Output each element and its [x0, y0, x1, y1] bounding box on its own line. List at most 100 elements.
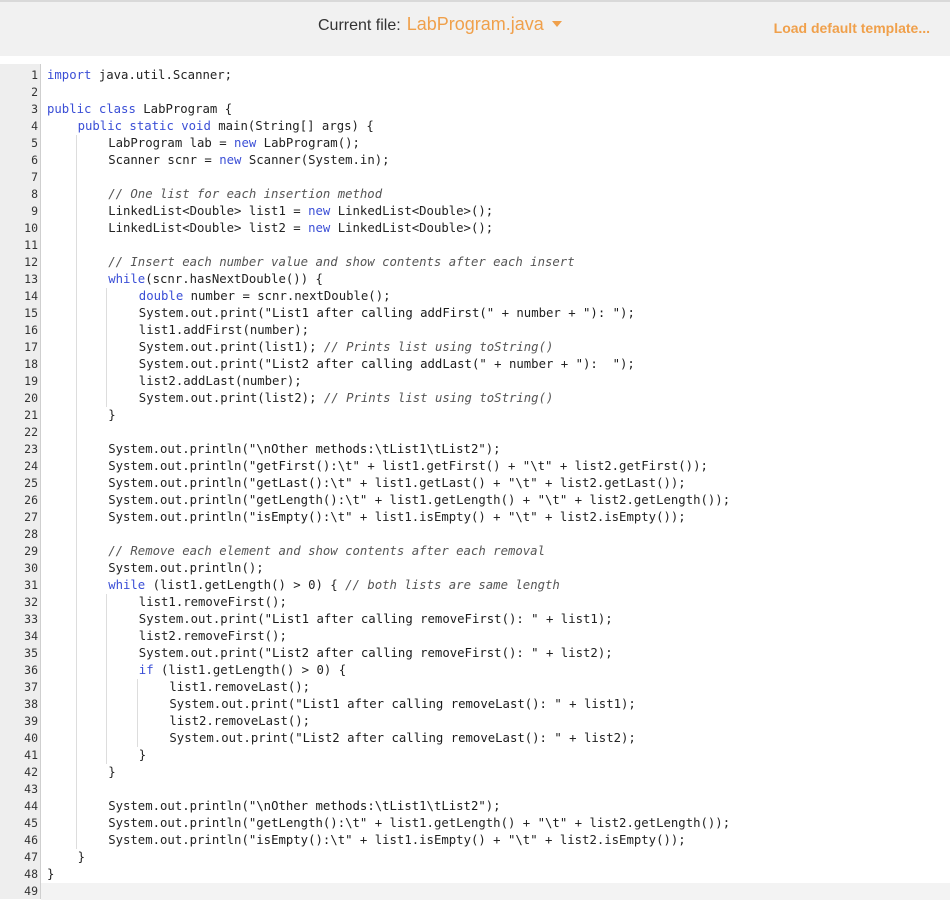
code-line[interactable]: 34 list2.removeFirst();	[0, 628, 950, 645]
code-text[interactable]: System.out.println("getLength():\t" + li…	[108, 492, 730, 509]
code-line[interactable]: 25 System.out.println("getLast():\t" + li…	[0, 475, 950, 492]
code-text[interactable]: // Remove each element and show contents…	[108, 543, 545, 560]
code-text[interactable]: if (list1.getLength() > 0) {	[139, 662, 346, 679]
code-text[interactable]: System.out.println("\nOther methods:\tLi…	[108, 441, 500, 458]
code-text[interactable]: System.out.println("\nOther methods:\tLi…	[108, 798, 500, 815]
code-line[interactable]: 11	[0, 237, 950, 254]
code-text[interactable]: // Insert each number value and show con…	[108, 254, 574, 271]
code-line[interactable]: 1 import java.util.Scanner;	[0, 67, 950, 84]
code-text[interactable]: list1.addFirst(number);	[139, 322, 309, 339]
code-line[interactable]: 23 System.out.println("\nOther methods:\t…	[0, 441, 950, 458]
code-line[interactable]: 22	[0, 424, 950, 441]
code-line[interactable]: 28	[0, 526, 950, 543]
code-text[interactable]: System.out.print("List2 after calling ad…	[139, 356, 635, 373]
code-line[interactable]: 41}	[0, 747, 950, 764]
indent-guide	[106, 322, 108, 339]
code-line[interactable]: 8 // One list for each insertion method	[0, 186, 950, 203]
code-text[interactable]: Scanner scnr = new Scanner(System.in);	[108, 152, 389, 169]
indent-guide	[75, 594, 77, 611]
code-line[interactable]: 5 LabProgram lab = new LabProgram();	[0, 135, 950, 152]
code-text[interactable]: list2.removeFirst();	[139, 628, 287, 645]
code-line[interactable]: 17 System.out.print(list1); // Prints lis…	[0, 339, 950, 356]
code-text[interactable]: list2.removeLast();	[169, 713, 310, 730]
code-line[interactable]: 16 list1.addFirst(number);	[0, 322, 950, 339]
code-text[interactable]: LinkedList<Double> list2 = new LinkedLis…	[108, 220, 493, 237]
code-text[interactable]: System.out.print("List1 after calling re…	[169, 696, 635, 713]
code-text[interactable]: System.out.println("isEmpty():\t" + list…	[108, 509, 686, 526]
code-text[interactable]: }	[78, 849, 85, 866]
code-line[interactable]: 29 // Remove each element and show conten…	[0, 543, 950, 560]
code-line[interactable]: 15 System.out.print("List1 after calling …	[0, 305, 950, 322]
load-default-template-button[interactable]: Load default template...	[774, 20, 930, 36]
code-line[interactable]: 35 System.out.print("List2 after calling …	[0, 645, 950, 662]
code-line[interactable]: 27 System.out.println("isEmpty():\t" + li…	[0, 509, 950, 526]
code-line[interactable]: 21}	[0, 407, 950, 424]
code-text[interactable]: public static void main(String[] args) {	[78, 118, 374, 135]
code-text[interactable]: list1.removeLast();	[169, 679, 310, 696]
code-line[interactable]: 19 list2.addLast(number);	[0, 373, 950, 390]
code-text[interactable]: System.out.print("List1 after calling re…	[139, 611, 613, 628]
code-line[interactable]: 10 LinkedList<Double> list2 = new LinkedL…	[0, 220, 950, 237]
code-line[interactable]: 26 System.out.println("getLength():\t" + …	[0, 492, 950, 509]
code-line[interactable]: 7	[0, 169, 950, 186]
code-line[interactable]: 6 Scanner scnr = new Scanner(System.in);	[0, 152, 950, 169]
code-line[interactable]: 42}	[0, 764, 950, 781]
current-file-dropdown[interactable]: Current file: LabProgram.java	[318, 14, 562, 35]
code-line[interactable]: 2	[0, 84, 950, 101]
code-line[interactable]: 40 System.out.print("List2 after calling …	[0, 730, 950, 747]
code-line[interactable]: 44 System.out.println("\nOther methods:\t…	[0, 798, 950, 815]
code-line[interactable]: 36 if (list1.getLength() > 0) {	[0, 662, 950, 679]
code-line[interactable]: 18 System.out.print("List2 after calling …	[0, 356, 950, 373]
code-text[interactable]: import java.util.Scanner;	[47, 67, 232, 84]
current-file-name[interactable]: LabProgram.java	[407, 14, 544, 35]
code-text[interactable]: System.out.println("getLength():\t" + li…	[108, 815, 730, 832]
code-editor[interactable]: 1 import java.util.Scanner; 2 3 public class…	[0, 64, 950, 900]
code-line[interactable]: 32 list1.removeFirst();	[0, 594, 950, 611]
code-line[interactable]: 48}	[0, 866, 950, 883]
code-text[interactable]: System.out.print(list1); // Prints list …	[139, 339, 554, 356]
code-text[interactable]: list1.removeFirst();	[139, 594, 287, 611]
code-line[interactable]: 43	[0, 781, 950, 798]
code-line[interactable]: 31 while (list1.getLength() > 0) { // bot…	[0, 577, 950, 594]
code-line[interactable]: 12 // Insert each number value and show c…	[0, 254, 950, 271]
line-number: 48	[24, 867, 38, 881]
code-text[interactable]: // One list for each insertion method	[108, 186, 382, 203]
code-text[interactable]: System.out.print(list2); // Prints list …	[139, 390, 554, 407]
code-line[interactable]: 45 System.out.println("getLength():\t" + …	[0, 815, 950, 832]
code-text[interactable]: System.out.println("isEmpty():\t" + list…	[108, 832, 686, 849]
code-line[interactable]: 4 public static void main(String[] args) …	[0, 118, 950, 135]
code-line[interactable]: 24 System.out.println("getFirst():\t" + l…	[0, 458, 950, 475]
code-text[interactable]: System.out.println();	[108, 560, 263, 577]
code-line[interactable]: 14 double number = scnr.nextDouble();	[0, 288, 950, 305]
code-text[interactable]: System.out.print("List1 after calling ad…	[139, 305, 635, 322]
code-line[interactable]: 30 System.out.println();	[0, 560, 950, 577]
code-lines[interactable]: 1 import java.util.Scanner; 2 3 public class…	[0, 67, 950, 900]
code-line[interactable]: 38 System.out.print("List1 after calling …	[0, 696, 950, 713]
code-text[interactable]: }	[108, 407, 115, 424]
code-text[interactable]: while (list1.getLength() > 0) { // both …	[108, 577, 560, 594]
code-line[interactable]: 39 list2.removeLast();	[0, 713, 950, 730]
code-text[interactable]: System.out.println("getFirst():\t" + lis…	[108, 458, 708, 475]
code-line[interactable]: 13 while(scnr.hasNextDouble()) {	[0, 271, 950, 288]
code-line[interactable]: 46 System.out.println("isEmpty():\t" + li…	[0, 832, 950, 849]
code-text[interactable]: }	[47, 866, 54, 883]
code-text[interactable]: public class LabProgram {	[47, 101, 232, 118]
code-text[interactable]: LinkedList<Double> list1 = new LinkedLis…	[108, 203, 493, 220]
code-line[interactable]: 47}	[0, 849, 950, 866]
code-text[interactable]: }	[108, 764, 115, 781]
code-text[interactable]: System.out.print("List2 after calling re…	[139, 645, 613, 662]
code-line[interactable]: 9 LinkedList<Double> list1 = new LinkedLi…	[0, 203, 950, 220]
code-text[interactable]: System.out.print("List2 after calling re…	[169, 730, 635, 747]
code-line[interactable]: 20 System.out.print(list2); // Prints lis…	[0, 390, 950, 407]
chevron-down-icon[interactable]	[551, 21, 562, 27]
code-line[interactable]: 37 list1.removeLast();	[0, 679, 950, 696]
code-line[interactable]: 33 System.out.print("List1 after calling …	[0, 611, 950, 628]
code-line[interactable]: 49	[0, 883, 950, 900]
code-text[interactable]: double number = scnr.nextDouble();	[139, 288, 391, 305]
code-line[interactable]: 3 public class LabProgram {	[0, 101, 950, 118]
code-text[interactable]: LabProgram lab = new LabProgram();	[108, 135, 360, 152]
code-text[interactable]: }	[139, 747, 146, 764]
code-text[interactable]: System.out.println("getLast():\t" + list…	[108, 475, 686, 492]
code-text[interactable]: list2.addLast(number);	[139, 373, 302, 390]
code-text[interactable]: while(scnr.hasNextDouble()) {	[108, 271, 323, 288]
